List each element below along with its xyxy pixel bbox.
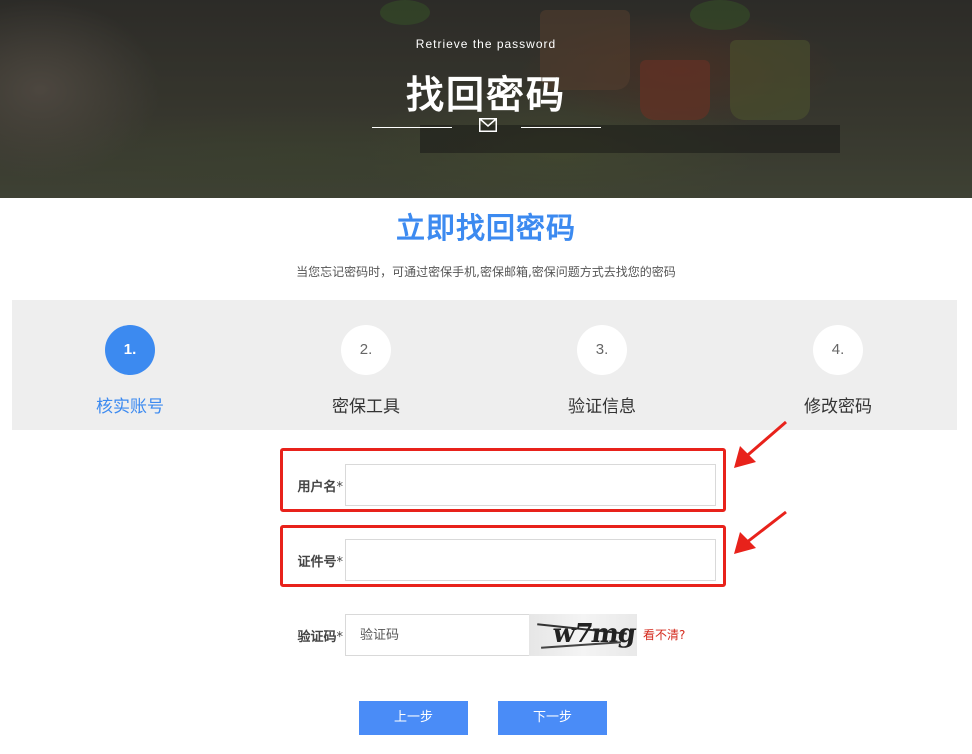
step-security-tool: 2. 密保工具 <box>248 300 484 430</box>
annotation-arrow-icon <box>734 420 787 468</box>
captcha-label: 验证码* <box>283 626 343 645</box>
page-description: 当您忘记密码时，可通过密保手机,密保邮箱,密保问题方式去找您的密码 <box>296 265 676 279</box>
envelope-icon <box>479 118 497 132</box>
step-label: 验证信息 <box>568 397 636 417</box>
captcha-image[interactable]: w7mg <box>529 614 637 656</box>
step-change-password: 4. 修改密码 <box>720 300 956 430</box>
banner-divider-right <box>521 127 601 128</box>
banner-subtitle: Retrieve the password <box>415 37 557 51</box>
refresh-captcha-link[interactable]: 看不清? <box>643 626 685 643</box>
captcha-input[interactable] <box>345 614 530 656</box>
banner-title: 找回密码 <box>405 73 566 117</box>
step-number: 1. <box>105 325 155 375</box>
step-number: 4. <box>813 325 863 375</box>
prev-step-button[interactable]: 上一步 <box>359 701 468 735</box>
captcha-label-text: 验证码 <box>297 630 337 645</box>
step-label: 修改密码 <box>804 397 872 417</box>
page-title: 立即找回密码 <box>395 211 576 245</box>
banner-divider-left <box>372 127 452 128</box>
step-label: 核实账号 <box>96 397 164 417</box>
required-mark: * <box>336 630 344 645</box>
annotation-highlight-box <box>280 525 726 587</box>
progress-steps: 1. 核实账号 2. 密保工具 3. 验证信息 4. 修改密码 <box>12 300 957 430</box>
step-label: 密保工具 <box>332 397 400 417</box>
annotation-highlight-box <box>280 448 726 512</box>
next-step-button[interactable]: 下一步 <box>498 701 607 735</box>
step-verify-info: 3. 验证信息 <box>484 300 720 430</box>
step-number: 2. <box>341 325 391 375</box>
step-number: 3. <box>577 325 627 375</box>
annotation-arrow-icon <box>734 510 787 554</box>
step-verify-account: 1. 核实账号 <box>12 300 248 430</box>
